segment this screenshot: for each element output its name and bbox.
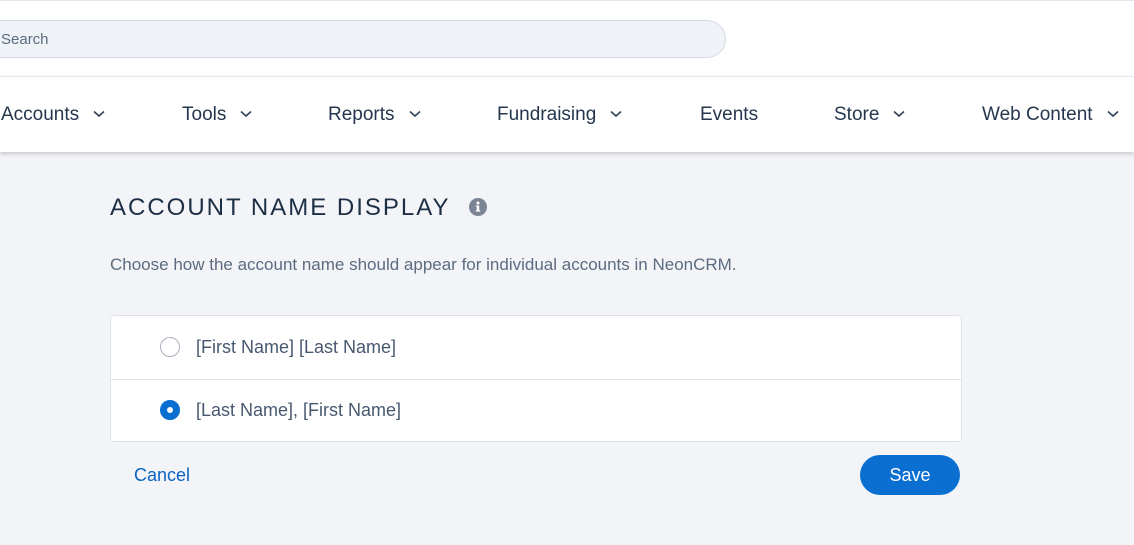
radio-first-last[interactable] xyxy=(160,337,180,357)
top-bar xyxy=(0,0,1134,76)
option-label: [Last Name], [First Name] xyxy=(196,400,402,420)
nav-item-accounts[interactable]: Accounts xyxy=(1,77,105,153)
chevron-down-icon xyxy=(893,110,905,118)
nav-item-label: Store xyxy=(834,104,880,125)
page-description: Choose how the account name should appea… xyxy=(110,255,737,274)
nav-item-label: Events xyxy=(700,104,759,125)
search-box[interactable] xyxy=(0,20,726,58)
chevron-down-icon xyxy=(408,110,421,118)
nav-item-fundraising[interactable]: Fundraising xyxy=(497,77,622,153)
nav-item-reports[interactable]: Reports xyxy=(328,77,421,153)
chevron-down-icon xyxy=(1107,110,1119,118)
chevron-down-icon xyxy=(610,110,622,118)
page-header: ACCOUNT NAME DISPLAY xyxy=(110,193,487,223)
page-title: ACCOUNT NAME DISPLAY xyxy=(110,194,451,221)
nav-item-store[interactable]: Store xyxy=(834,77,905,153)
name-format-options: [First Name] [Last Name] [Last Name], [F… xyxy=(110,315,962,442)
radio-last-first[interactable] xyxy=(160,400,180,420)
chevron-down-icon xyxy=(240,110,252,118)
nav-item-label: Web Content xyxy=(982,104,1093,125)
nav-item-web-content[interactable]: Web Content xyxy=(982,77,1119,153)
nav-item-label: Reports xyxy=(328,104,395,125)
save-button[interactable]: Save xyxy=(860,455,960,495)
nav-item-events[interactable]: Events xyxy=(700,77,758,153)
cancel-button[interactable]: Cancel xyxy=(134,464,190,486)
chevron-down-icon xyxy=(93,110,105,118)
nav-item-label: Tools xyxy=(182,104,227,125)
info-circle-icon[interactable] xyxy=(468,198,487,216)
nav-item-label: Fundraising xyxy=(497,104,597,125)
option-label: [First Name] [Last Name] xyxy=(196,337,397,357)
search-input[interactable] xyxy=(1,21,681,57)
nav-item-label: Accounts xyxy=(1,104,80,125)
option-first-last[interactable]: [First Name] [Last Name] xyxy=(111,316,961,380)
main-nav: Accounts Tools Reports Fundraising Event… xyxy=(0,76,1134,152)
nav-item-tools[interactable]: Tools xyxy=(182,77,252,153)
option-last-first[interactable]: [Last Name], [First Name] xyxy=(111,379,961,442)
